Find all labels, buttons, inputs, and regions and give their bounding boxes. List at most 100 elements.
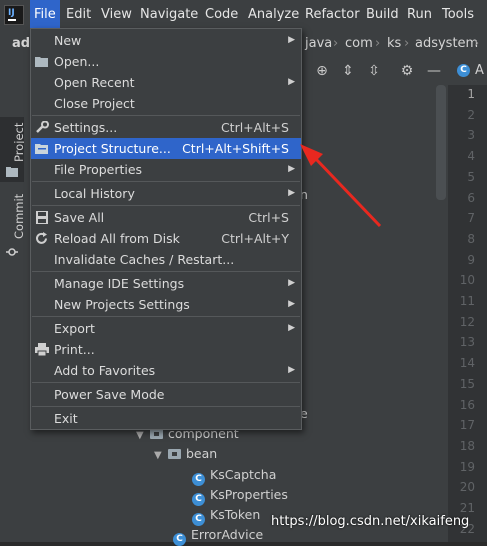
tree-node-label: KsToken bbox=[210, 507, 261, 522]
menu-item-project-structure[interactable]: Project Structure... Ctrl+Alt+Shift+S bbox=[31, 138, 301, 159]
line-number: 21 bbox=[459, 501, 475, 515]
menu-item-local-history[interactable]: Local History ▶ bbox=[31, 183, 301, 204]
save-icon bbox=[36, 211, 48, 224]
tree-node-class[interactable]: C KsCaptcha bbox=[192, 465, 277, 486]
tool-tab-project[interactable]: Project bbox=[0, 117, 26, 182]
menu-item-power-save-mode[interactable]: Power Save Mode bbox=[31, 384, 301, 405]
menu-item-save-all[interactable]: Save All Ctrl+S bbox=[31, 207, 301, 228]
tree-node-label: bean bbox=[185, 446, 218, 461]
nav-project-name[interactable]: ad bbox=[12, 30, 30, 57]
project-structure-icon bbox=[35, 144, 48, 154]
commit-icon bbox=[6, 248, 18, 256]
menu-navigate[interactable]: Navigate bbox=[136, 0, 202, 30]
minimize-icon[interactable]: — bbox=[424, 61, 444, 81]
printer-icon bbox=[35, 343, 49, 356]
menu-separator bbox=[32, 115, 300, 116]
expand-all-icon[interactable]: ⇕ bbox=[338, 61, 358, 81]
line-number: 12 bbox=[459, 314, 475, 329]
menu-item-close-project[interactable]: Close Project bbox=[31, 93, 301, 114]
tree-node-class[interactable]: C KsProperties bbox=[192, 485, 288, 506]
submenu-arrow-icon: ▶ bbox=[288, 323, 295, 333]
locate-icon[interactable]: ⊕ bbox=[312, 61, 332, 81]
tree-node-label: KsCaptcha bbox=[210, 467, 277, 482]
line-number: 15 bbox=[459, 376, 475, 391]
menu-item-export[interactable]: Export ▶ bbox=[31, 318, 301, 339]
menu-analyze[interactable]: Analyze bbox=[244, 0, 303, 30]
gear-icon[interactable]: ⚙ bbox=[397, 61, 417, 81]
open-folder-icon bbox=[35, 57, 48, 67]
submenu-arrow-icon: ▶ bbox=[288, 77, 295, 87]
menu-item-open[interactable]: Open... bbox=[31, 51, 301, 72]
reload-icon bbox=[36, 232, 47, 244]
menu-item-open-recent[interactable]: Open Recent ▶ bbox=[31, 72, 301, 93]
nav-separator-icon: › bbox=[333, 36, 339, 51]
tool-tab-commit[interactable]: Commit bbox=[0, 194, 26, 265]
menu-separator bbox=[32, 316, 300, 317]
menu-separator bbox=[32, 406, 300, 407]
menu-separator bbox=[32, 271, 300, 272]
menu-item-settings[interactable]: Settings... Ctrl+Alt+S bbox=[31, 117, 301, 138]
nav-separator-icon: › bbox=[404, 36, 410, 51]
editor-tab[interactable]: C A bbox=[448, 57, 487, 86]
menu-separator bbox=[32, 181, 300, 182]
collapse-all-icon[interactable]: ⇳ bbox=[364, 61, 384, 81]
menu-code[interactable]: Code bbox=[201, 0, 242, 30]
menu-file[interactable]: File bbox=[30, 0, 60, 30]
menu-item-add-to-favorites[interactable]: Add to Favorites ▶ bbox=[31, 360, 301, 381]
folder-icon bbox=[6, 167, 18, 177]
nav-crumb-adsystem[interactable]: adsystem bbox=[415, 30, 478, 57]
menu-refactor[interactable]: Refactor bbox=[301, 0, 364, 30]
submenu-arrow-icon: ▶ bbox=[288, 278, 295, 288]
menu-item-new-projects-settings[interactable]: New Projects Settings ▶ bbox=[31, 294, 301, 315]
intellij-logo-icon: IJ bbox=[4, 5, 24, 25]
line-number: 16 bbox=[459, 397, 475, 412]
line-number: 13 bbox=[459, 335, 475, 350]
menu-run[interactable]: Run bbox=[403, 0, 436, 30]
menu-build[interactable]: Build bbox=[362, 0, 403, 30]
line-number: 11 bbox=[459, 294, 475, 308]
tree-node-class[interactable]: C KsToken bbox=[192, 505, 261, 526]
wrench-icon bbox=[36, 121, 49, 133]
nav-crumb-ks[interactable]: ks bbox=[387, 30, 401, 57]
menu-item-manage-ide-settings[interactable]: Manage IDE Settings ▶ bbox=[31, 273, 301, 294]
class-icon: C bbox=[173, 533, 186, 546]
chevron-down-icon: ▼ bbox=[154, 450, 162, 461]
line-number: 9 bbox=[467, 252, 475, 267]
tree-scrollbar[interactable] bbox=[436, 85, 446, 200]
menu-item-print[interactable]: Print... bbox=[31, 339, 301, 360]
submenu-arrow-icon: ▶ bbox=[288, 188, 295, 198]
package-folder-icon bbox=[149, 429, 163, 439]
nav-separator-icon: › bbox=[375, 36, 381, 51]
line-number: 17 bbox=[459, 418, 475, 433]
left-tool-strip: Project Commit bbox=[0, 57, 26, 542]
menu-item-new[interactable]: New ▶ bbox=[31, 30, 301, 51]
nav-crumb-java[interactable]: java bbox=[305, 30, 332, 57]
editor-tab-label: A bbox=[475, 63, 484, 78]
watermark-text: https://blog.csdn.net/xikaifeng bbox=[271, 514, 470, 529]
line-number: 8 bbox=[467, 231, 475, 246]
line-number: 3 bbox=[467, 128, 475, 143]
menu-item-invalidate-caches[interactable]: Invalidate Caches / Restart... bbox=[31, 249, 301, 270]
menu-edit[interactable]: Edit bbox=[62, 0, 95, 30]
tree-node-class[interactable]: C ErrorAdvice bbox=[173, 525, 264, 546]
tree-node-label: ErrorAdvice bbox=[191, 527, 264, 542]
nav-separator-icon: › bbox=[474, 36, 480, 51]
line-number: 18 bbox=[459, 438, 475, 453]
menu-item-file-properties[interactable]: File Properties ▶ bbox=[31, 159, 301, 180]
line-number: 19 bbox=[459, 459, 475, 474]
line-number: 1 bbox=[467, 87, 475, 101]
file-menu-dropdown: New ▶ Open... Open Recent ▶ Close Project … bbox=[30, 28, 302, 430]
package-folder-icon bbox=[167, 449, 181, 459]
line-number: 14 bbox=[459, 356, 475, 371]
menu-tools[interactable]: Tools bbox=[438, 0, 478, 30]
tree-node-bean[interactable]: ▼ bean bbox=[154, 444, 217, 464]
menu-item-exit[interactable]: Exit bbox=[31, 408, 301, 429]
menu-bar: IJ File Edit View Navigate Code Analyze … bbox=[0, 0, 487, 30]
menu-separator bbox=[32, 205, 300, 206]
menu-item-reload[interactable]: Reload All from Disk Ctrl+Alt+Y bbox=[31, 228, 301, 249]
menu-separator bbox=[32, 382, 300, 383]
nav-crumb-com[interactable]: com bbox=[345, 30, 373, 57]
menu-view[interactable]: View bbox=[97, 0, 136, 30]
line-number: 20 bbox=[459, 480, 475, 495]
line-number: 7 bbox=[467, 211, 475, 226]
